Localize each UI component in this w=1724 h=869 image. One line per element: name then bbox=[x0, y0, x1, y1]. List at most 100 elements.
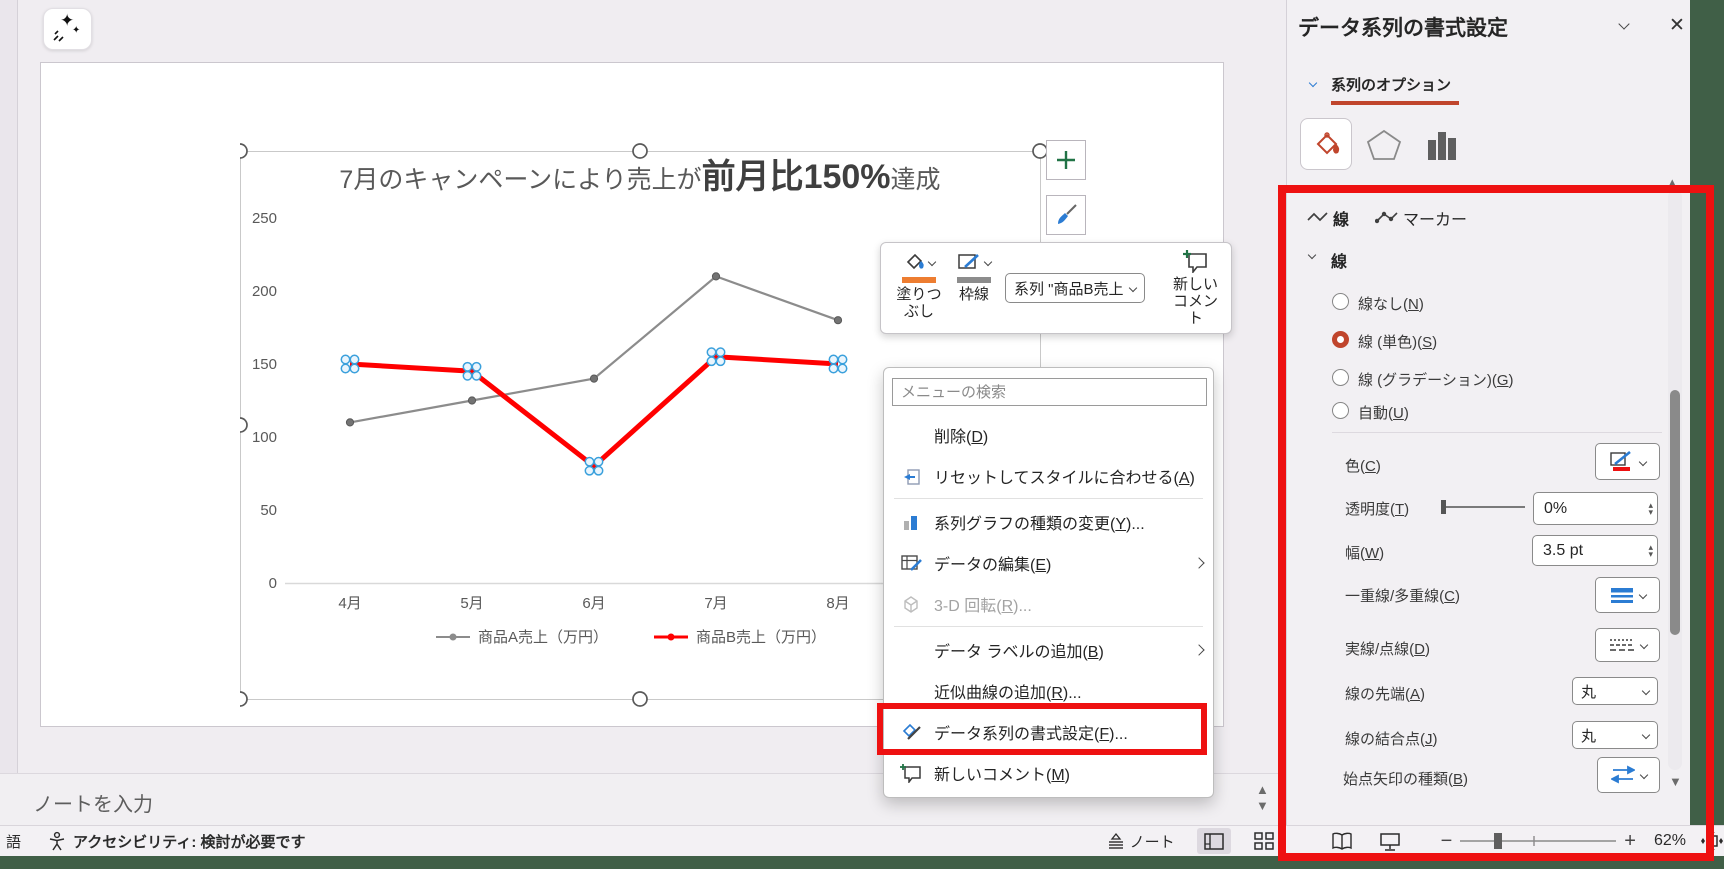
menu-item-add-data-labels[interactable]: データ ラベルの追加(B) bbox=[884, 629, 1213, 670]
menu-item-label: データの編集(E) bbox=[934, 551, 1051, 575]
subsection-collapse-icon[interactable] bbox=[1308, 251, 1316, 259]
slide-sorter-button[interactable] bbox=[1247, 828, 1281, 854]
menu-item-format-data-series[interactable]: データ系列の書式設定(F)... bbox=[884, 711, 1213, 752]
chart-type-icon bbox=[898, 511, 924, 533]
begin-arrow-dropdown[interactable] bbox=[1597, 757, 1660, 793]
chevron-down-icon bbox=[984, 258, 992, 266]
reading-view-button[interactable] bbox=[1325, 828, 1359, 854]
width-spinbox[interactable]: 3.5 pt ▴▾ bbox=[1532, 535, 1658, 566]
format-data-series-panel: データ系列の書式設定 ✕ 系列のオプション 線 マーカー bbox=[1287, 0, 1690, 825]
panel-collapse-icon[interactable] bbox=[1618, 18, 1629, 29]
transparency-slider[interactable] bbox=[1439, 498, 1529, 516]
outline-color-button[interactable]: 枠線 bbox=[951, 247, 997, 329]
join-type-select[interactable]: 丸 bbox=[1572, 721, 1658, 749]
paint-bucket-icon bbox=[903, 252, 925, 272]
accessibility-status[interactable]: アクセシビリティ: 検討が必要です bbox=[73, 831, 306, 852]
svg-text:7月: 7月 bbox=[704, 595, 727, 612]
panel-scroll-up-icon[interactable]: ▴ bbox=[1669, 176, 1676, 188]
transparency-spinbox[interactable]: 0% ▴▾ bbox=[1533, 492, 1658, 525]
width-label: 幅(W) bbox=[1345, 542, 1384, 563]
compound-lines-icon bbox=[1610, 586, 1634, 604]
scroll-up-arrow[interactable]: ▲ bbox=[1256, 784, 1269, 796]
zoom-percentage[interactable]: 62% bbox=[1654, 832, 1686, 850]
menu-item-delete[interactable]: 削除(D) bbox=[884, 414, 1213, 455]
zoom-slider[interactable] bbox=[1458, 831, 1618, 851]
menu-item-label: リセットしてスタイルに合わせる(A) bbox=[934, 464, 1195, 488]
radio-label-automatic[interactable]: 自動(U) bbox=[1358, 402, 1409, 423]
designer-button[interactable]: ✦ ✦ bbox=[43, 8, 92, 50]
line-color-button[interactable] bbox=[1595, 443, 1660, 480]
compound-line-dropdown[interactable] bbox=[1595, 577, 1660, 613]
panel-close-icon[interactable]: ✕ bbox=[1669, 14, 1685, 37]
menu-item-edit-data[interactable]: データの編集(E) bbox=[884, 542, 1213, 583]
menu-item-label: 新しいコメント(M) bbox=[934, 761, 1070, 785]
radio-label-gradient-line[interactable]: 線 (グラデーション)(G) bbox=[1358, 369, 1514, 390]
series-options-tab-bars-icon[interactable] bbox=[1424, 128, 1460, 162]
series-options-section[interactable]: 系列のオプション bbox=[1331, 74, 1451, 95]
tab-marker[interactable]: マーカー bbox=[1403, 206, 1467, 230]
zoom-in-button[interactable]: + bbox=[1624, 830, 1636, 853]
context-menu: 削除(D) リセットしてスタイルに合わせる(A) 系列グラフの種類の変更(Y).… bbox=[883, 367, 1214, 798]
menu-item-add-trendline[interactable]: 近似曲線の追加(R)... bbox=[884, 670, 1213, 711]
slide-thumbnail-pane-edge bbox=[0, 0, 18, 869]
svg-text:商品B売上（万円）: 商品B売上（万円） bbox=[696, 629, 826, 646]
cube-icon bbox=[898, 593, 924, 615]
notes-toggle[interactable]: ノート bbox=[1106, 831, 1175, 852]
fill-line-tab[interactable] bbox=[1300, 118, 1352, 170]
svg-text:4月: 4月 bbox=[338, 595, 361, 612]
scroll-down-arrow[interactable]: ▼ bbox=[1256, 800, 1269, 812]
section-expand-icon[interactable] bbox=[1309, 79, 1317, 87]
desktop-background-right bbox=[1690, 0, 1724, 869]
fill-color-button[interactable]: 塗りつぶし bbox=[887, 247, 951, 329]
new-comment-icon bbox=[898, 762, 924, 784]
reset-style-icon bbox=[898, 465, 924, 487]
menu-separator bbox=[894, 626, 1203, 627]
slideshow-button[interactable] bbox=[1373, 828, 1407, 854]
plus-icon bbox=[1055, 149, 1077, 171]
cap-type-select[interactable]: 丸 bbox=[1572, 677, 1658, 705]
fill-swatch bbox=[902, 277, 936, 283]
join-type-value: 丸 bbox=[1581, 725, 1596, 746]
panel-scroll-down-icon[interactable]: ▼ bbox=[1669, 776, 1682, 788]
language-indicator[interactable]: 語 bbox=[6, 831, 21, 852]
menu-separator bbox=[894, 498, 1203, 499]
zoom-out-button[interactable]: − bbox=[1441, 830, 1453, 853]
svg-text:50: 50 bbox=[260, 502, 277, 519]
cap-type-label: 線の先端(A) bbox=[1345, 683, 1425, 704]
new-comment-icon bbox=[1183, 249, 1209, 273]
menu-item-new-comment[interactable]: 新しいコメント(M) bbox=[884, 752, 1213, 793]
chevron-down-icon bbox=[928, 258, 936, 266]
normal-view-icon bbox=[1204, 833, 1224, 850]
new-comment-button[interactable]: 新しいコメント bbox=[1161, 247, 1231, 329]
normal-view-button[interactable] bbox=[1197, 828, 1231, 854]
spinner-arrows-icon[interactable]: ▴▾ bbox=[1648, 544, 1653, 558]
chevron-down-icon bbox=[1639, 641, 1647, 649]
radio-gradient-line[interactable] bbox=[1332, 369, 1349, 386]
menu-search-input[interactable] bbox=[892, 378, 1207, 406]
submenu-arrow-icon bbox=[1193, 557, 1204, 568]
menu-item-change-chart-type[interactable]: 系列グラフの種類の変更(Y)... bbox=[884, 501, 1213, 542]
outline-pencil-icon bbox=[957, 252, 981, 272]
double-arrows-icon bbox=[1611, 765, 1635, 785]
tab-line[interactable]: 線 bbox=[1333, 206, 1349, 230]
fit-to-window-icon[interactable] bbox=[1700, 830, 1724, 852]
radio-automatic[interactable] bbox=[1332, 402, 1349, 419]
radio-no-line[interactable] bbox=[1332, 293, 1349, 310]
transparency-label: 透明度(T) bbox=[1345, 498, 1409, 519]
spinner-arrows-icon[interactable]: ▴▾ bbox=[1648, 502, 1653, 516]
marker-tab-icon bbox=[1375, 210, 1399, 224]
radio-label-no-line[interactable]: 線なし(N) bbox=[1358, 293, 1424, 314]
panel-scrollbar-thumb[interactable] bbox=[1670, 390, 1680, 635]
radio-solid-line[interactable] bbox=[1332, 331, 1349, 348]
radio-label-solid-line[interactable]: 線 (単色)(S) bbox=[1358, 331, 1437, 352]
chart-element-selector[interactable]: 系列 "商品B売上 bbox=[1005, 273, 1145, 303]
chart-elements-button[interactable] bbox=[1046, 140, 1086, 180]
menu-item-label: データ ラベルの追加(B) bbox=[934, 638, 1104, 662]
chart-styles-button[interactable] bbox=[1046, 195, 1086, 235]
compound-line-label: 一重線/多重線(C) bbox=[1345, 585, 1460, 606]
svg-text:0: 0 bbox=[269, 575, 277, 592]
menu-item-reset-style[interactable]: リセットしてスタイルに合わせる(A) bbox=[884, 455, 1213, 496]
chevron-down-icon bbox=[1638, 591, 1646, 599]
effects-tab-pentagon-icon[interactable] bbox=[1366, 128, 1402, 162]
dash-type-dropdown[interactable] bbox=[1595, 628, 1660, 662]
